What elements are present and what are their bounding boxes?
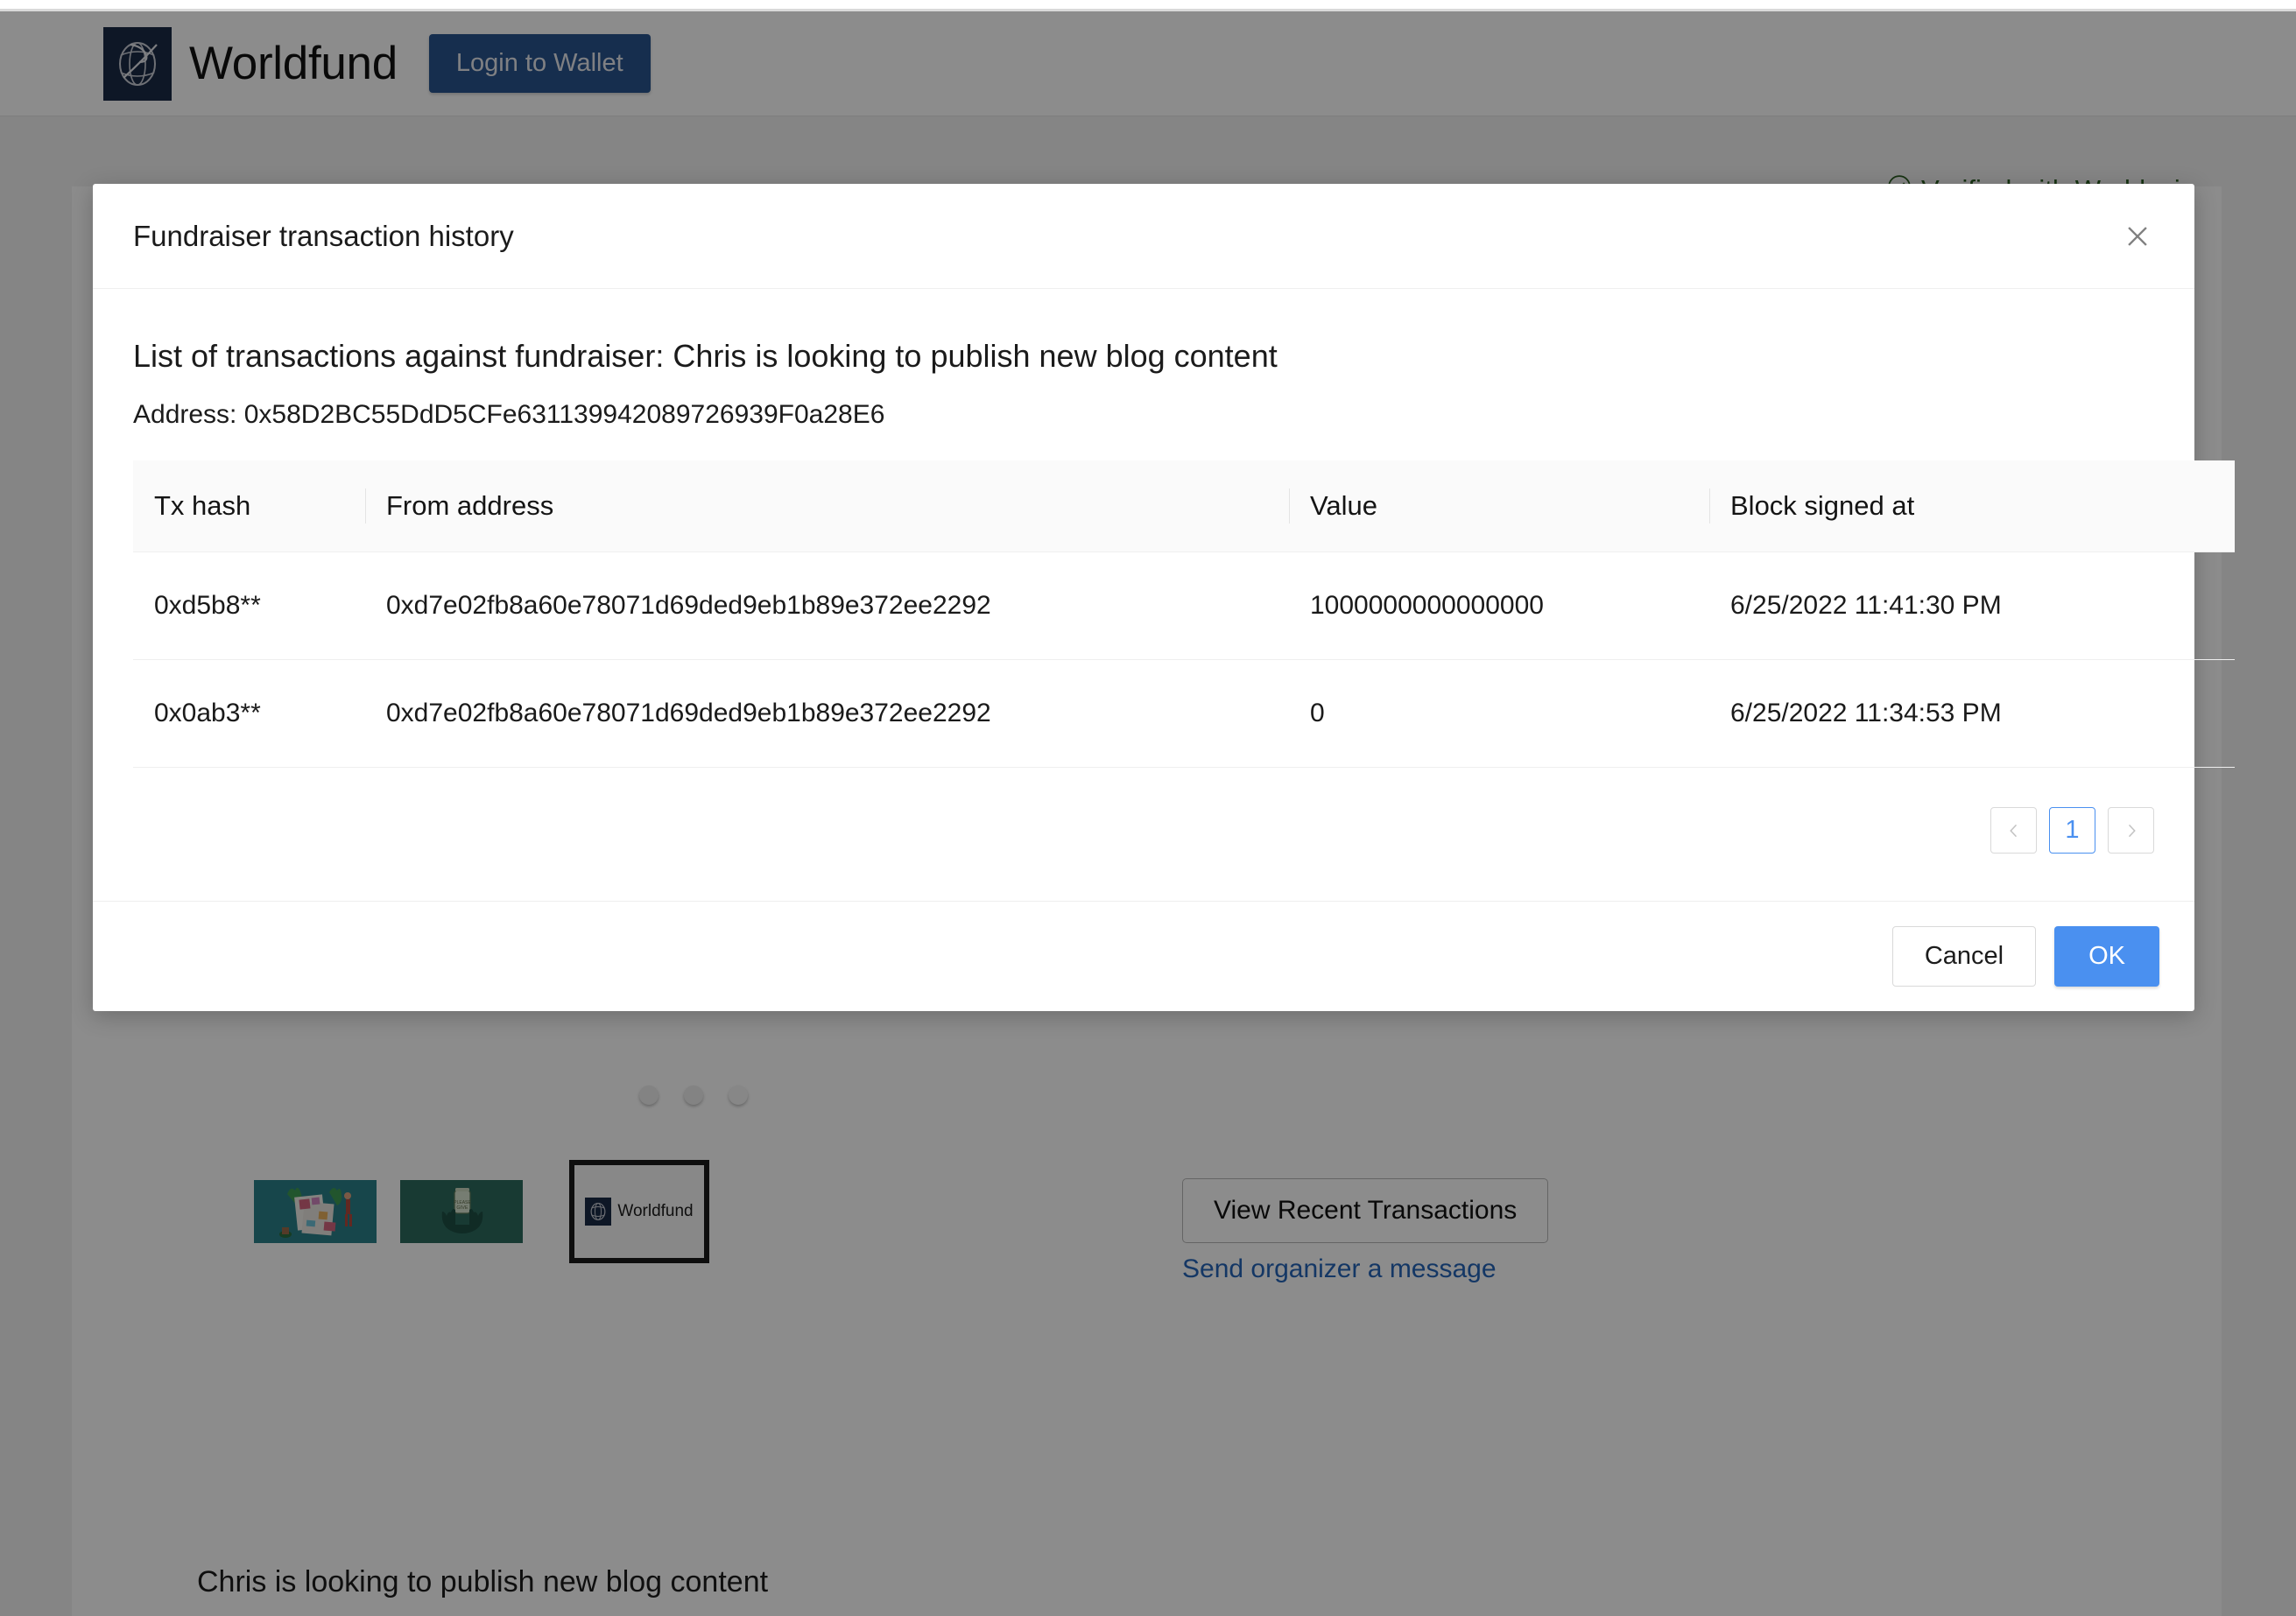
transaction-list-heading: List of transactions against fundraiser:…	[133, 338, 1278, 374]
table-row[interactable]: 0x0ab3** 0xd7e02fb8a60e78071d69ded9eb1b8…	[133, 659, 2235, 768]
chevron-left-icon[interactable]	[1990, 807, 2037, 854]
column-header-value[interactable]: Value	[1289, 460, 1709, 552]
column-header-from-address[interactable]: From address	[365, 460, 1289, 552]
cell-tx-hash: 0xd5b8**	[133, 552, 365, 660]
column-header-block-signed-at[interactable]: Block signed at	[1709, 460, 2235, 552]
chevron-right-icon[interactable]	[2108, 807, 2154, 854]
cell-block-signed-at: 6/25/2022 11:34:53 PM	[1709, 659, 2235, 768]
cell-from-address: 0xd7e02fb8a60e78071d69ded9eb1b89e372ee22…	[365, 552, 1289, 660]
modal-footer: Cancel OK	[93, 901, 2194, 1011]
transaction-history-modal: Fundraiser transaction history List of t…	[93, 184, 2235, 1011]
modal-title: Fundraiser transaction history	[133, 219, 514, 252]
fundraiser-address: Address: 0x58D2BC55DdD5CFe63113994208972…	[133, 400, 885, 429]
pagination-page-1[interactable]: 1	[2049, 807, 2095, 854]
table-head: Tx hash From address Value Block signed …	[133, 460, 2235, 552]
table-header-row: Tx hash From address Value Block signed …	[133, 460, 2235, 552]
cell-block-signed-at: 6/25/2022 11:41:30 PM	[1709, 552, 2235, 660]
browser-chrome-strip	[0, 0, 2296, 9]
modal-body: List of transactions against fundraiser:…	[93, 289, 2235, 901]
cell-tx-hash: 0x0ab3**	[133, 659, 365, 768]
page-root: Worldfund Login to Wallet Verified with …	[0, 0, 2296, 1616]
table-row[interactable]: 0xd5b8** 0xd7e02fb8a60e78071d69ded9eb1b8…	[133, 552, 2235, 660]
pagination: 1	[133, 768, 2154, 901]
table-body: 0xd5b8** 0xd7e02fb8a60e78071d69ded9eb1b8…	[133, 552, 2235, 768]
close-icon[interactable]	[2116, 214, 2159, 258]
cell-from-address: 0xd7e02fb8a60e78071d69ded9eb1b89e372ee22…	[365, 659, 1289, 768]
transactions-table: Tx hash From address Value Block signed …	[133, 460, 2235, 768]
cancel-button[interactable]: Cancel	[1891, 926, 2037, 987]
column-header-tx-hash[interactable]: Tx hash	[133, 460, 365, 552]
modal-header: Fundraiser transaction history	[93, 184, 2194, 289]
ok-button[interactable]: OK	[2054, 926, 2159, 987]
cell-value: 0	[1289, 659, 1709, 768]
cell-value: 1000000000000000	[1289, 552, 1709, 660]
